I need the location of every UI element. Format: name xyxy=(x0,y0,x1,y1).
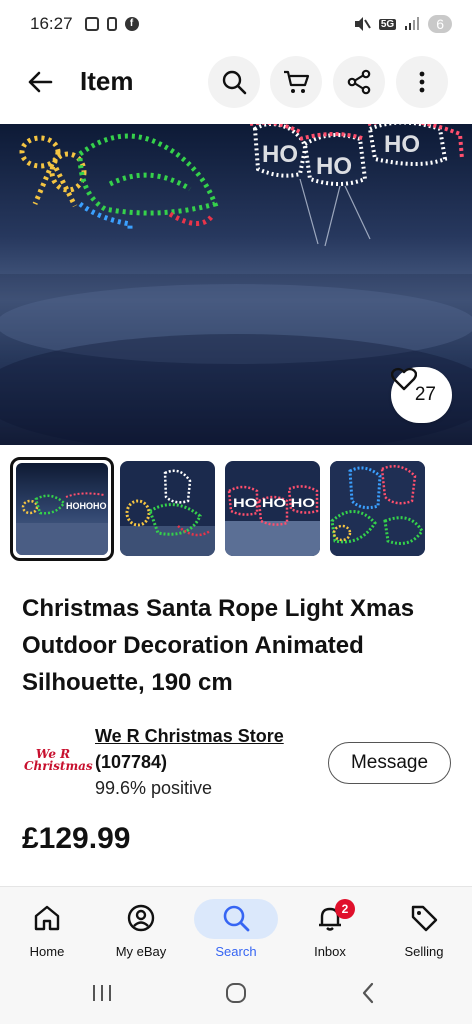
search-icon xyxy=(219,901,253,935)
heart-icon xyxy=(390,367,417,391)
screenshot-icon xyxy=(84,17,99,31)
nav-inbox[interactable]: 2 Inbox xyxy=(283,887,377,963)
watch-button[interactable]: 27 xyxy=(390,367,452,423)
svg-text:HO: HO xyxy=(262,141,298,168)
thumbnail-4[interactable] xyxy=(330,461,425,556)
network-type: 5G xyxy=(378,18,397,30)
account-icon xyxy=(124,901,158,935)
bottom-navigation: Home My eBay Search 2 Inbox Selling xyxy=(0,886,472,962)
seller-logo[interactable]: We R Christmas xyxy=(24,748,93,778)
status-notification-icons: f xyxy=(84,17,139,31)
seller-logo-text-2: Christmas xyxy=(24,759,93,773)
system-back-button[interactable] xyxy=(348,978,388,1008)
signal-icon xyxy=(405,17,420,30)
tag-icon xyxy=(407,901,441,935)
thumbnail-1[interactable]: HOHOHO xyxy=(10,457,114,561)
product-main-image[interactable]: HO HO HO 27 xyxy=(0,124,472,445)
cart-button[interactable] xyxy=(270,56,322,108)
image-thumbnail-strip: HOHOHO HO HO HO xyxy=(10,457,462,561)
share-button[interactable] xyxy=(333,56,385,108)
search-button[interactable] xyxy=(208,56,260,108)
nav-selling-label: Selling xyxy=(404,944,444,959)
seller-name-link[interactable]: We R Christmas Store xyxy=(95,726,284,747)
nav-home[interactable]: Home xyxy=(0,887,94,963)
more-vertical-icon xyxy=(419,71,425,93)
nav-inbox-label: Inbox xyxy=(314,944,346,959)
sim-icon xyxy=(106,17,117,31)
product-price: £129.99 xyxy=(22,822,131,855)
mute-icon xyxy=(354,17,371,31)
arrow-left-icon xyxy=(28,71,53,93)
product-title: Christmas Santa Rope Light Xmas Outdoor … xyxy=(22,595,415,696)
thumbnail-1-label: HOHOHO xyxy=(66,501,107,511)
thumbnail-image: HOHOHO xyxy=(16,492,108,555)
thumbnail-image xyxy=(330,461,425,556)
thumbnail-2[interactable] xyxy=(120,461,215,556)
page-title: Item xyxy=(80,66,134,96)
back-button[interactable] xyxy=(20,62,60,102)
svg-text:HO: HO xyxy=(384,131,420,158)
home-icon xyxy=(30,901,64,935)
top-app-bar: Item xyxy=(0,54,472,110)
nav-search[interactable]: Search xyxy=(189,887,283,963)
status-system-icons: 5G 6 xyxy=(353,15,452,33)
like-count: 27 xyxy=(414,384,436,405)
cart-icon xyxy=(284,70,310,93)
nav-my-ebay-label: My eBay xyxy=(115,944,167,959)
recent-apps-icon xyxy=(93,985,111,1001)
thumbnail-image xyxy=(120,469,215,556)
home-circle-icon xyxy=(226,983,246,1003)
battery-indicator: 6 xyxy=(428,15,452,33)
inbox-badge: 2 xyxy=(335,899,355,919)
home-system-button[interactable] xyxy=(216,978,256,1008)
seller-feedback-count: (107784) xyxy=(95,752,168,772)
nav-selling[interactable]: Selling xyxy=(377,887,471,963)
nav-my-ebay[interactable]: My eBay xyxy=(94,887,188,963)
more-options-button[interactable] xyxy=(396,56,448,108)
chevron-left-icon xyxy=(362,982,374,1004)
nav-home-label: Home xyxy=(29,944,65,959)
thumbnail-image: HO HO HO xyxy=(225,485,320,556)
svg-text:HO: HO xyxy=(316,153,352,180)
seller-info: We R Christmas We R Christmas Store (107… xyxy=(22,724,452,804)
status-time: 16:27 xyxy=(30,14,73,33)
status-bar: 16:27 f 5G 6 xyxy=(0,0,472,48)
thumbnail-3[interactable]: HO HO HO xyxy=(225,461,320,556)
seller-positive-rating: 99.6% positive xyxy=(95,778,213,798)
search-icon xyxy=(222,70,247,95)
facebook-icon: f xyxy=(124,17,139,31)
recent-apps-button[interactable] xyxy=(82,978,122,1008)
system-navigation-bar xyxy=(0,962,472,1024)
message-seller-button[interactable]: Message xyxy=(328,742,451,784)
thumbnail-3-label: HO HO HO xyxy=(233,496,315,510)
share-icon xyxy=(347,69,371,95)
nav-search-label: Search xyxy=(215,944,257,959)
